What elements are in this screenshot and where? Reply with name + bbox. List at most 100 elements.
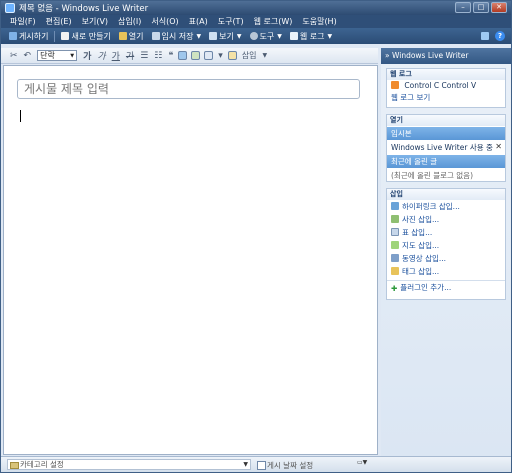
category-label: 카테고리 설정 [20,460,64,469]
sidebar-title: Windows Live Writer [391,51,469,60]
paragraph-style-select[interactable]: 단락 [37,50,78,61]
tools-button[interactable]: 도구 ▼ [246,31,286,42]
insert-panel: 삽입 하이퍼링크 삽입... 사진 삽입... 표 삽입... 지도 삽입...… [386,188,506,300]
pub-date-checkbox[interactable]: 게시 날짜 설정 [257,460,313,471]
hyperlink-icon[interactable] [178,51,188,60]
chevron-down-icon[interactable]: ▾ [215,51,226,61]
map-icon [391,241,399,249]
double-chevron-icon[interactable]: » [385,51,390,60]
publish-button[interactable]: 게시하기 [5,31,52,42]
table-icon [391,228,399,236]
edit-icon[interactable] [481,32,489,40]
chevron-down-icon[interactable]: ▼ [197,33,202,40]
view-label: 보기 [219,31,234,41]
insert-table-label: 표 삽입... [402,228,433,237]
insert-panel-title: 삽입 [387,189,505,200]
menu-tools[interactable]: 도구(T) [213,16,249,27]
menu-bar: 파일(F) 편집(E) 보기(V) 삽입(I) 서식(O) 표(A) 도구(T)… [1,15,511,28]
blog-name-row[interactable]: Control C Control V [387,80,505,91]
window-title: 제목 없음 - Windows Live Writer [19,4,149,14]
insert-map[interactable]: 지도 삽입... [387,239,505,252]
close-icon[interactable]: ✕ [495,142,502,151]
open-panel-title: 열기 [387,115,505,126]
draft-item[interactable]: Windows Live Writer 사용 중 ✕ [387,141,505,154]
close-button[interactable]: ✕ [491,2,507,13]
open-button[interactable]: 열기 [115,31,148,42]
strikethrough-button[interactable]: 가 [123,49,137,62]
menu-format[interactable]: 서식(O) [146,16,183,27]
cut-icon[interactable]: ✂ [7,51,21,61]
view-icon [209,32,218,40]
chevron-down-icon: ▼ [277,32,282,40]
save-draft-button[interactable]: 임시 저장 ▼ [148,31,206,42]
draft-item-label: Windows Live Writer 사용 중 [391,143,493,152]
bullet-list-icon[interactable]: ☷ [151,51,165,61]
insert-hyperlink[interactable]: 하이퍼링크 삽입... [387,200,505,213]
weblog-panel: 웹 로그 Control C Control V 웹 로그 보기 [386,68,506,108]
minimize-button[interactable]: – [455,2,471,13]
menu-table[interactable]: 표(A) [184,16,213,27]
window-controls: – □ ✕ [455,2,507,13]
view-toggle-icon[interactable]: ▭▼ [357,459,375,470]
chevron-down-icon: ▼ [243,461,248,468]
chevron-down-icon: ▼ [327,32,333,40]
publish-label: 게시하기 [19,31,49,41]
undo-icon[interactable]: ↶ [21,51,35,61]
add-plugin-label: 플러그인 추가... [400,283,452,292]
blog-name: Control C Control V [404,81,477,90]
new-post-button[interactable]: 새로 만들기 [57,31,114,42]
status-bar: 카테고리 설정 ▼ 게시 날짜 설정 ▭▼ [1,456,511,472]
numbered-list-icon[interactable]: ☰ [137,51,151,61]
app-window: 제목 없음 - Windows Live Writer – □ ✕ 파일(F) … [0,0,512,473]
insert-video[interactable]: 동영상 삽입... [387,252,505,265]
help-icon[interactable]: ? [495,31,505,41]
view-blog-link[interactable]: 웹 로그 보기 [387,91,505,104]
pub-date-label: 게시 날짜 설정 [267,461,314,470]
menu-help[interactable]: 도움말(H) [297,16,341,27]
insert-table[interactable]: 표 삽입... [387,226,505,239]
view-button[interactable]: 보기 ▼ [205,31,245,42]
save-icon [151,32,160,40]
table-icon[interactable] [204,51,214,60]
insert-tags[interactable]: 태그 삽입... [387,265,505,278]
underline-button[interactable]: 가 [109,49,123,62]
publish-icon [9,32,17,40]
menu-view[interactable]: 보기(V) [77,16,113,27]
post-editor[interactable] [3,65,378,455]
open-label: 열기 [128,31,144,41]
insert-video-label: 동영상 삽입... [402,254,447,263]
insert-picture[interactable]: 사진 삽입... [387,213,505,226]
writer-icon [5,3,15,13]
add-plugin[interactable]: ✚ 플러그인 추가... [387,280,505,294]
menu-edit[interactable]: 편집(E) [41,16,77,27]
quote-icon[interactable]: ❝ [165,51,176,61]
folder-icon [118,32,127,40]
italic-button[interactable]: 가 [94,49,108,62]
plus-icon: ✚ [391,284,398,293]
image-icon[interactable] [191,51,201,60]
bold-button[interactable]: 가 [80,49,94,62]
video-icon [391,254,399,262]
insert-icon [227,51,237,60]
weblog-button[interactable]: 웹 로그 ▼ [286,31,336,42]
category-select[interactable]: 카테고리 설정 ▼ [7,459,251,470]
menu-insert[interactable]: 삽입(I) [113,16,146,27]
post-title-input[interactable] [17,79,360,99]
menu-weblog[interactable]: 웹 로그(W) [249,16,298,27]
weblog-panel-title: 웹 로그 [387,69,505,80]
insert-picture-label: 사진 삽입... [402,215,440,224]
weblog-icon [289,32,298,40]
title-bar: 제목 없음 - Windows Live Writer – □ ✕ [1,1,511,15]
drafts-header: 임시본 [387,127,505,140]
format-toolbar: ✂ ↶ 단락 가 가 가 가 ☰ ☷ ❝ ▾ 삽입 ▼ [1,48,378,64]
maximize-button[interactable]: □ [473,2,489,13]
insert-menu-button[interactable]: 삽입 [239,50,260,61]
picture-icon [391,215,399,223]
toolbar-right: ? [481,31,511,41]
chevron-down-icon[interactable]: ▼ [259,52,270,59]
menu-file[interactable]: 파일(F) [5,16,41,27]
new-post-label: 새로 만들기 [71,31,111,41]
sidebar: » Windows Live Writer 웹 로그 Control C Con… [381,48,511,456]
gear-icon [249,32,258,40]
text-caret [20,110,21,122]
